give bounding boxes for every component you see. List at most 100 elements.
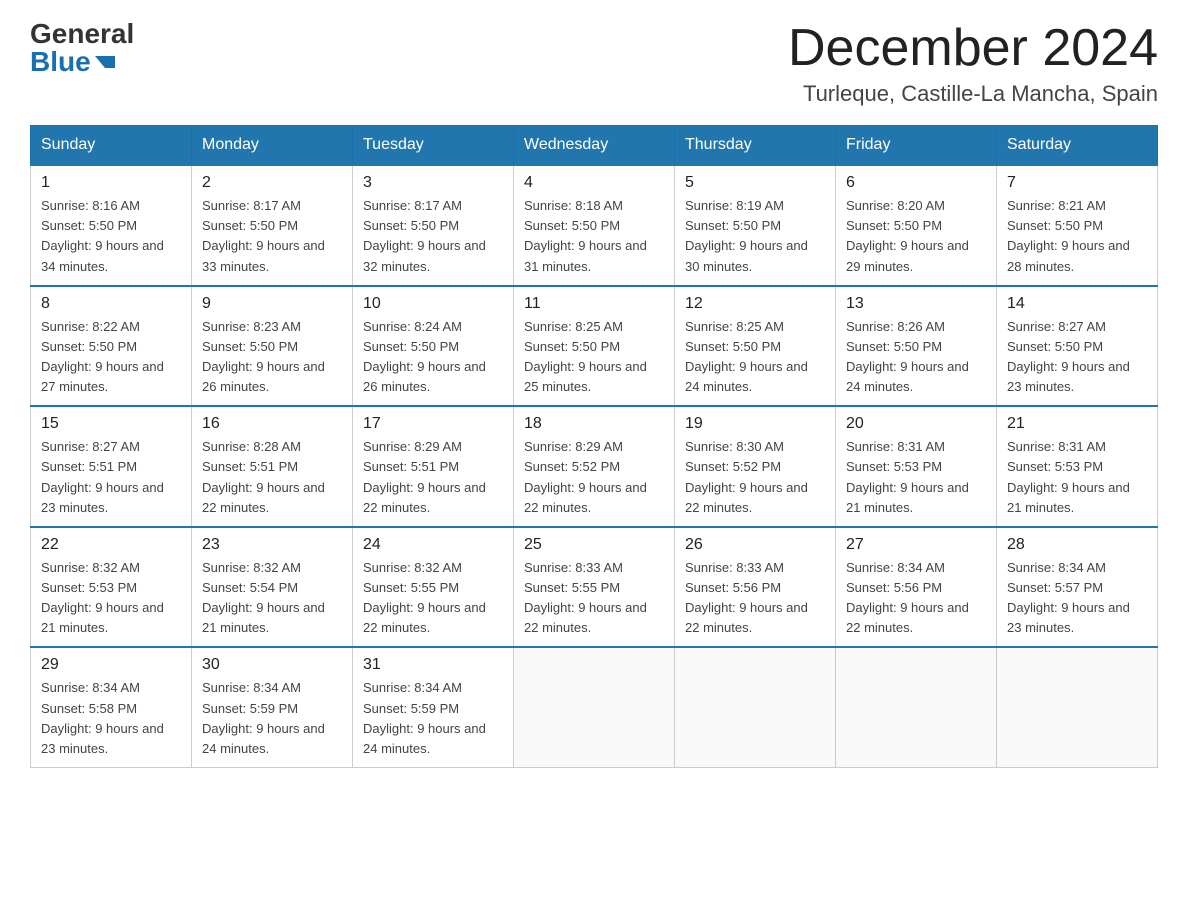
day-info: Sunrise: 8:33 AMSunset: 5:56 PMDaylight:…: [685, 560, 808, 635]
day-info: Sunrise: 8:34 AMSunset: 5:59 PMDaylight:…: [363, 680, 486, 755]
calendar-cell: 8Sunrise: 8:22 AMSunset: 5:50 PMDaylight…: [31, 286, 192, 407]
calendar-cell: 2 Sunrise: 8:17 AMSunset: 5:50 PMDaylight…: [192, 165, 353, 286]
calendar-cell: 4 Sunrise: 8:18 AMSunset: 5:50 PMDaylight…: [514, 165, 675, 286]
calendar-cell: 27Sunrise: 8:34 AMSunset: 5:56 PMDayligh…: [836, 527, 997, 648]
day-number: 1: [41, 174, 181, 192]
header-saturday: Saturday: [997, 126, 1158, 166]
logo-general-text: General: [30, 20, 134, 48]
calendar-cell: [997, 647, 1158, 767]
calendar-cell: 7Sunrise: 8:21 AMSunset: 5:50 PMDaylight…: [997, 165, 1158, 286]
day-number: 27: [846, 536, 986, 554]
day-info: Sunrise: 8:31 AMSunset: 5:53 PMDaylight:…: [846, 439, 969, 514]
day-number: 19: [685, 415, 825, 433]
day-info: Sunrise: 8:27 AMSunset: 5:50 PMDaylight:…: [1007, 319, 1130, 394]
day-info: Sunrise: 8:30 AMSunset: 5:52 PMDaylight:…: [685, 439, 808, 514]
day-number: 17: [363, 415, 503, 433]
day-number: 24: [363, 536, 503, 554]
day-number: 4: [524, 174, 664, 192]
day-info: Sunrise: 8:25 AMSunset: 5:50 PMDaylight:…: [524, 319, 647, 394]
header-friday: Friday: [836, 126, 997, 166]
week-row-1: 1 Sunrise: 8:16 AMSunset: 5:50 PMDaylight…: [31, 165, 1158, 286]
day-info: Sunrise: 8:32 AMSunset: 5:54 PMDaylight:…: [202, 560, 325, 635]
day-number: 26: [685, 536, 825, 554]
day-number: 23: [202, 536, 342, 554]
calendar-cell: 23 Sunrise: 8:32 AMSunset: 5:54 PMDayligh…: [192, 527, 353, 648]
calendar-cell: 31 Sunrise: 8:34 AMSunset: 5:59 PMDayligh…: [353, 647, 514, 767]
day-number: 8: [41, 295, 181, 313]
day-info: Sunrise: 8:18 AMSunset: 5:50 PMDaylight:…: [524, 198, 647, 273]
calendar-cell: 21Sunrise: 8:31 AMSunset: 5:53 PMDayligh…: [997, 406, 1158, 527]
day-number: 13: [846, 295, 986, 313]
calendar-header-row: SundayMondayTuesdayWednesdayThursdayFrid…: [31, 126, 1158, 166]
day-number: 6: [846, 174, 986, 192]
day-number: 29: [41, 656, 181, 674]
day-number: 5: [685, 174, 825, 192]
calendar-cell: [514, 647, 675, 767]
calendar-cell: 22 Sunrise: 8:32 AMSunset: 5:53 PMDayligh…: [31, 527, 192, 648]
day-number: 10: [363, 295, 503, 313]
day-number: 25: [524, 536, 664, 554]
day-number: 2: [202, 174, 342, 192]
calendar-cell: 15 Sunrise: 8:27 AMSunset: 5:51 PMDayligh…: [31, 406, 192, 527]
day-info: Sunrise: 8:34 AMSunset: 5:59 PMDaylight:…: [202, 680, 325, 755]
calendar-cell: [836, 647, 997, 767]
calendar-cell: 28Sunrise: 8:34 AMSunset: 5:57 PMDayligh…: [997, 527, 1158, 648]
month-title: December 2024: [788, 20, 1158, 77]
day-number: 18: [524, 415, 664, 433]
location-title: Turleque, Castille-La Mancha, Spain: [788, 81, 1158, 107]
calendar-cell: 29 Sunrise: 8:34 AMSunset: 5:58 PMDayligh…: [31, 647, 192, 767]
day-info: Sunrise: 8:34 AMSunset: 5:58 PMDaylight:…: [41, 680, 164, 755]
calendar-cell: 17 Sunrise: 8:29 AMSunset: 5:51 PMDayligh…: [353, 406, 514, 527]
day-info: Sunrise: 8:28 AMSunset: 5:51 PMDaylight:…: [202, 439, 325, 514]
calendar-cell: [675, 647, 836, 767]
day-info: Sunrise: 8:33 AMSunset: 5:55 PMDaylight:…: [524, 560, 647, 635]
logo: General Blue: [30, 20, 134, 76]
day-info: Sunrise: 8:29 AMSunset: 5:51 PMDaylight:…: [363, 439, 486, 514]
day-number: 12: [685, 295, 825, 313]
calendar-cell: 12 Sunrise: 8:25 AMSunset: 5:50 PMDayligh…: [675, 286, 836, 407]
calendar-cell: 3Sunrise: 8:17 AMSunset: 5:50 PMDaylight…: [353, 165, 514, 286]
header-tuesday: Tuesday: [353, 126, 514, 166]
logo-triangle-icon: [95, 56, 115, 68]
calendar-cell: 11Sunrise: 8:25 AMSunset: 5:50 PMDayligh…: [514, 286, 675, 407]
calendar-cell: 25 Sunrise: 8:33 AMSunset: 5:55 PMDayligh…: [514, 527, 675, 648]
day-number: 15: [41, 415, 181, 433]
week-row-5: 29 Sunrise: 8:34 AMSunset: 5:58 PMDayligh…: [31, 647, 1158, 767]
day-info: Sunrise: 8:17 AMSunset: 5:50 PMDaylight:…: [202, 198, 325, 273]
logo-blue-text: Blue: [30, 48, 115, 76]
calendar-cell: 10 Sunrise: 8:24 AMSunset: 5:50 PMDayligh…: [353, 286, 514, 407]
calendar-cell: 20 Sunrise: 8:31 AMSunset: 5:53 PMDayligh…: [836, 406, 997, 527]
day-number: 28: [1007, 536, 1147, 554]
day-info: Sunrise: 8:29 AMSunset: 5:52 PMDaylight:…: [524, 439, 647, 514]
calendar-cell: 6 Sunrise: 8:20 AMSunset: 5:50 PMDaylight…: [836, 165, 997, 286]
day-number: 3: [363, 174, 503, 192]
day-info: Sunrise: 8:25 AMSunset: 5:50 PMDaylight:…: [685, 319, 808, 394]
day-info: Sunrise: 8:24 AMSunset: 5:50 PMDaylight:…: [363, 319, 486, 394]
day-info: Sunrise: 8:23 AMSunset: 5:50 PMDaylight:…: [202, 319, 325, 394]
week-row-3: 15 Sunrise: 8:27 AMSunset: 5:51 PMDayligh…: [31, 406, 1158, 527]
header-monday: Monday: [192, 126, 353, 166]
calendar-cell: 13 Sunrise: 8:26 AMSunset: 5:50 PMDayligh…: [836, 286, 997, 407]
calendar-cell: 14 Sunrise: 8:27 AMSunset: 5:50 PMDayligh…: [997, 286, 1158, 407]
day-number: 7: [1007, 174, 1147, 192]
calendar-cell: 26 Sunrise: 8:33 AMSunset: 5:56 PMDayligh…: [675, 527, 836, 648]
calendar-cell: 5Sunrise: 8:19 AMSunset: 5:50 PMDaylight…: [675, 165, 836, 286]
day-number: 20: [846, 415, 986, 433]
day-info: Sunrise: 8:32 AMSunset: 5:53 PMDaylight:…: [41, 560, 164, 635]
title-block: December 2024 Turleque, Castille-La Manc…: [788, 20, 1158, 107]
day-info: Sunrise: 8:32 AMSunset: 5:55 PMDaylight:…: [363, 560, 486, 635]
day-number: 16: [202, 415, 342, 433]
day-info: Sunrise: 8:16 AMSunset: 5:50 PMDaylight:…: [41, 198, 164, 273]
day-info: Sunrise: 8:31 AMSunset: 5:53 PMDaylight:…: [1007, 439, 1130, 514]
calendar-cell: 16 Sunrise: 8:28 AMSunset: 5:51 PMDayligh…: [192, 406, 353, 527]
calendar-table: SundayMondayTuesdayWednesdayThursdayFrid…: [30, 125, 1158, 768]
week-row-4: 22 Sunrise: 8:32 AMSunset: 5:53 PMDayligh…: [31, 527, 1158, 648]
day-number: 14: [1007, 295, 1147, 313]
calendar-cell: 30Sunrise: 8:34 AMSunset: 5:59 PMDayligh…: [192, 647, 353, 767]
day-number: 31: [363, 656, 503, 674]
calendar-cell: 9Sunrise: 8:23 AMSunset: 5:50 PMDaylight…: [192, 286, 353, 407]
day-info: Sunrise: 8:26 AMSunset: 5:50 PMDaylight:…: [846, 319, 969, 394]
day-info: Sunrise: 8:20 AMSunset: 5:50 PMDaylight:…: [846, 198, 969, 273]
day-number: 22: [41, 536, 181, 554]
day-info: Sunrise: 8:27 AMSunset: 5:51 PMDaylight:…: [41, 439, 164, 514]
